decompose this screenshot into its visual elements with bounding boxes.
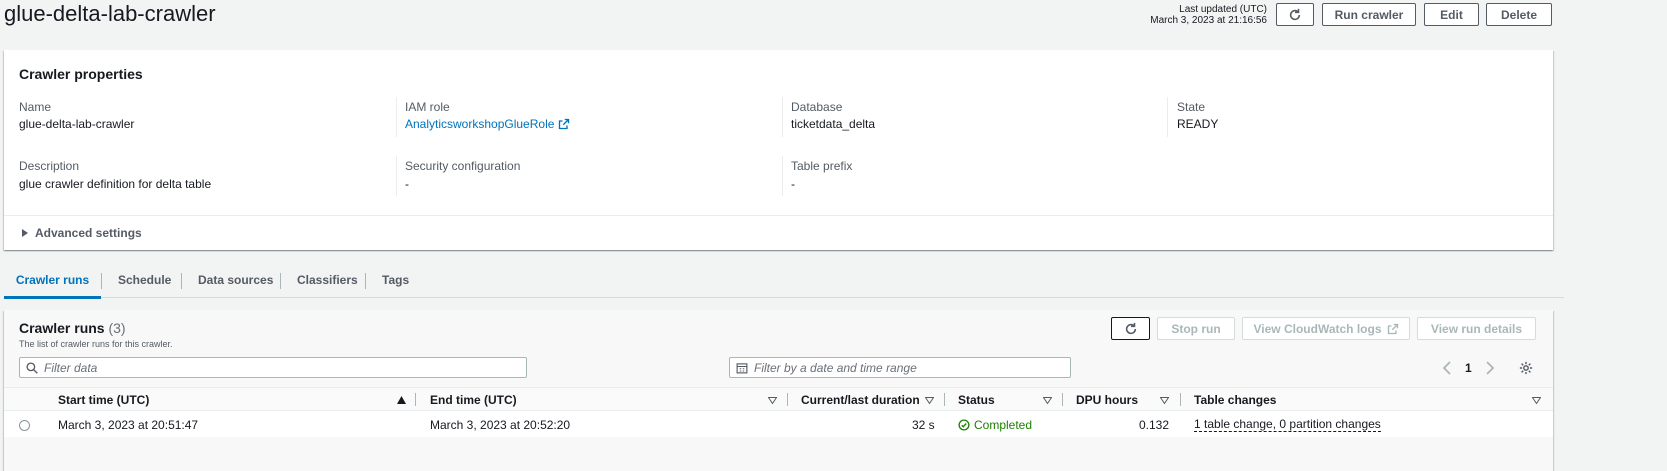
column-divider (396, 156, 397, 196)
iam-role-value[interactable]: AnalyticsworkshopGlueRole (405, 117, 554, 131)
security-config-value: - (405, 177, 409, 191)
calendar-icon (736, 362, 748, 373)
external-link-icon (559, 118, 570, 130)
name-label: Name (19, 100, 52, 114)
tab-separator (101, 273, 102, 289)
filter-data-input[interactable]: Filter data (19, 357, 527, 378)
crawler-properties-card: Crawler properties Name glue-delta-lab-c… (4, 50, 1553, 250)
tab-tags[interactable]: Tags (382, 262, 409, 298)
column-header-dpu-hours[interactable]: DPU hours (1076, 392, 1138, 408)
runs-refresh-button[interactable] (1111, 317, 1150, 340)
sort-icon[interactable] (768, 397, 777, 404)
cell-duration: 32 s (912, 418, 935, 432)
column-separator (787, 393, 788, 406)
refresh-icon (1125, 322, 1136, 334)
runs-count: (3) (108, 320, 126, 336)
refresh-button[interactable] (1276, 3, 1314, 26)
column-header-duration[interactable]: Current/last duration (801, 392, 920, 408)
tab-crawler-runs[interactable]: Crawler runs (4, 262, 101, 299)
runs-title: Crawler runs (19, 320, 105, 336)
tab-schedule[interactable]: Schedule (118, 262, 171, 298)
date-range-placeholder: Filter by a date and time range (754, 360, 917, 375)
edit-button[interactable]: Edit (1424, 3, 1479, 26)
last-updated-label: Last updated (UTC) (1179, 4, 1267, 15)
tab-data-sources[interactable]: Data sources (198, 262, 273, 298)
status-label: Completed (974, 418, 1033, 432)
tab-classifiers[interactable]: Classifiers (297, 262, 358, 298)
page-header: glue-delta-lab-crawler Last updated (UTC… (0, 0, 1667, 40)
sort-ascending-icon[interactable] (397, 396, 406, 404)
security-config-label: Security configuration (405, 159, 521, 173)
filter-data-placeholder: Filter data (44, 360, 98, 375)
column-header-end-time[interactable]: End time (UTC) (430, 392, 517, 408)
cell-table-changes-link[interactable]: 1 table change, 0 partition changes (1194, 418, 1381, 432)
column-separator (415, 393, 416, 406)
column-header-table-changes[interactable]: Table changes (1194, 392, 1276, 408)
stop-run-button[interactable]: Stop run (1157, 317, 1235, 340)
column-separator (1062, 393, 1063, 406)
last-updated: Last updated (UTC) March 3, 2023 at 21:1… (1150, 4, 1267, 26)
sort-icon[interactable] (1160, 397, 1169, 404)
database-label: Database (791, 100, 843, 114)
tab-active-indicator (4, 296, 101, 299)
cell-start-time: March 3, 2023 at 20:51:47 (58, 418, 199, 432)
cell-status: Completed (958, 418, 1032, 432)
column-header-start-time[interactable]: Start time (UTC) (58, 392, 149, 408)
runs-header-title: Crawler runs (3) (19, 320, 126, 336)
search-icon (26, 361, 38, 374)
row-select-radio[interactable] (19, 420, 30, 431)
last-updated-value: March 3, 2023 at 21:16:56 (1150, 15, 1267, 26)
run-crawler-button[interactable]: Run crawler (1322, 3, 1416, 26)
external-link-icon (1387, 323, 1398, 334)
description-label: Description (19, 159, 80, 173)
iam-role-label: IAM role (405, 100, 450, 114)
description-value: glue crawler definition for delta table (19, 177, 212, 191)
delete-button[interactable]: Delete (1486, 3, 1552, 26)
card-title: Crawler properties (19, 66, 143, 82)
cell-dpu-hours: 0.132 (1139, 418, 1170, 432)
name-value: glue-delta-lab-crawler (19, 117, 135, 131)
caret-right-icon (22, 229, 28, 237)
database-value: ticketdata_delta (791, 117, 876, 131)
column-divider (782, 156, 783, 196)
table-prefix-label: Table prefix (791, 159, 853, 173)
table-prefix-value: - (791, 177, 795, 191)
tab-separator (365, 273, 366, 289)
date-range-filter[interactable]: Filter by a date and time range (729, 357, 1071, 378)
refresh-icon (1289, 8, 1301, 20)
status-success-icon (958, 419, 970, 431)
tab-separator (181, 273, 182, 289)
view-cloudwatch-logs-label[interactable]: View CloudWatch logs (1253, 322, 1381, 336)
column-divider (1167, 97, 1168, 137)
tab-bar: Crawler runs Schedule Data sources Class… (4, 262, 1564, 299)
runs-description: The list of crawler runs for this crawle… (19, 339, 173, 349)
state-value: READY (1177, 117, 1219, 131)
pagination: 1 (1442, 359, 1495, 377)
cell-end-time: March 3, 2023 at 20:52:20 (430, 418, 571, 432)
column-divider (396, 97, 397, 137)
tab-separator (280, 273, 281, 289)
section-divider (4, 215, 1553, 216)
sort-icon[interactable] (1532, 397, 1541, 404)
page-title: glue-delta-lab-crawler (4, 1, 216, 26)
page-number[interactable]: 1 (1465, 361, 1472, 375)
table-header-bg (4, 387, 1553, 411)
chevron-right-icon[interactable] (1483, 361, 1495, 375)
column-separator (1180, 393, 1181, 406)
state-label: State (1177, 100, 1206, 114)
advanced-settings-label[interactable]: Advanced settings (35, 226, 142, 240)
tab-crawler-runs-label[interactable]: Crawler runs (16, 273, 89, 287)
sort-icon[interactable] (1043, 397, 1052, 404)
column-header-status[interactable]: Status (958, 392, 995, 408)
iam-role-link[interactable]: AnalyticsworkshopGlueRole (405, 117, 570, 131)
view-cloudwatch-logs-button[interactable]: View CloudWatch logs (1242, 317, 1410, 340)
advanced-settings-toggle[interactable]: Advanced settings (21, 226, 142, 240)
view-run-details-button[interactable]: View run details (1417, 317, 1536, 340)
column-separator (944, 393, 945, 406)
sort-icon[interactable] (925, 397, 934, 404)
column-divider (782, 97, 783, 137)
chevron-left-icon[interactable] (1442, 361, 1454, 375)
settings-gear-icon[interactable] (1519, 361, 1533, 375)
